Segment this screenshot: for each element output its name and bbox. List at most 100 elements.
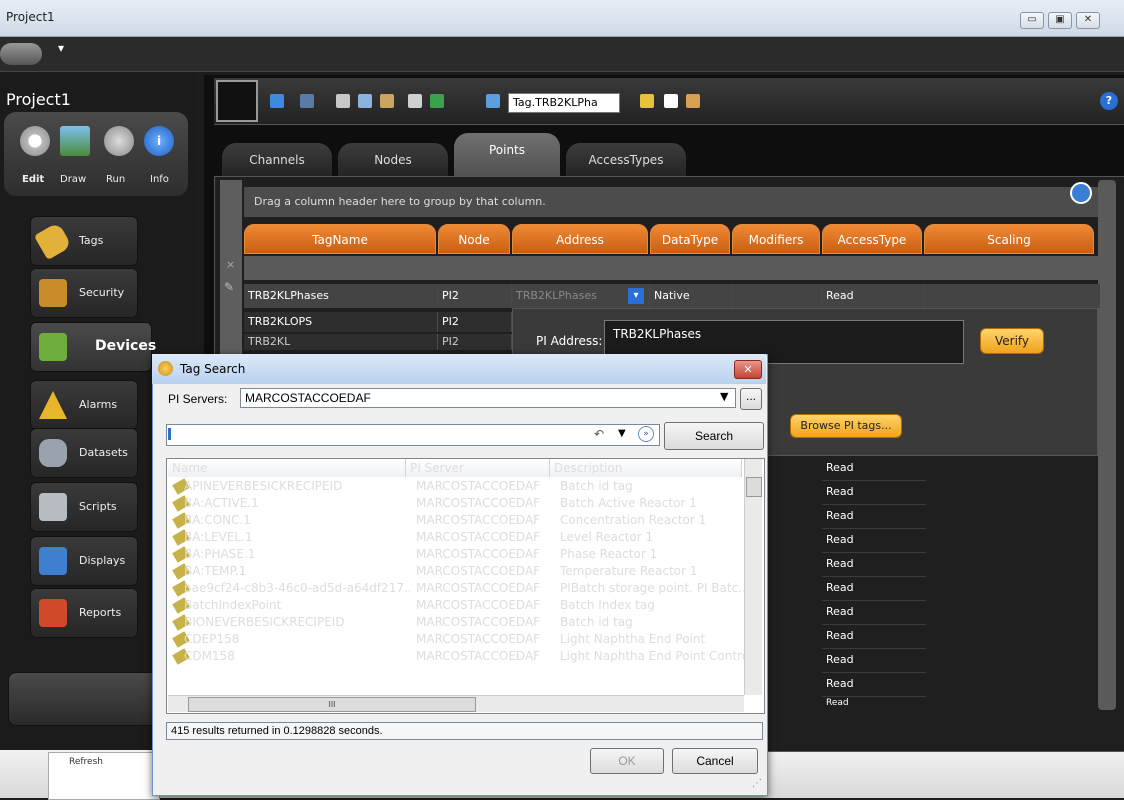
info-icon[interactable]: i xyxy=(144,126,174,156)
sidebar-item-scripts[interactable]: Scripts xyxy=(30,482,138,532)
picture-icon[interactable] xyxy=(60,126,90,156)
app-orb-icon[interactable] xyxy=(0,43,42,65)
list-header-name[interactable]: Name xyxy=(168,459,406,477)
filter-row[interactable] xyxy=(244,256,1100,280)
help-icon[interactable]: ? xyxy=(1100,92,1118,110)
browse-pi-tags-button[interactable]: Browse PI tags... xyxy=(790,414,902,438)
list-item[interactable]: CDM158 MARCOSTACCOEDAF Light Naphtha End P… xyxy=(168,648,744,665)
chevron-down-icon[interactable]: ▼ xyxy=(618,428,626,439)
mode-edit[interactable]: Edit xyxy=(22,174,44,185)
address-dropdown-icon[interactable]: ▾ xyxy=(628,288,644,304)
search-button[interactable]: Search xyxy=(664,422,764,450)
tools-icon[interactable] xyxy=(686,94,700,108)
column-header-modifiers[interactable]: Modifiers xyxy=(732,224,820,254)
wand-icon[interactable] xyxy=(640,94,654,108)
tab-points[interactable]: Points xyxy=(454,133,560,177)
cell-tagname[interactable]: TRB2KL xyxy=(244,334,438,350)
tag-search-input[interactable] xyxy=(166,424,660,446)
column-header-accesstype[interactable]: AccessType xyxy=(822,224,922,254)
list-item[interactable]: BatchIndexPoint MARCOSTACCOEDAF Batch Inde… xyxy=(168,597,742,614)
list-hscroll-thumb[interactable]: III xyxy=(188,697,476,712)
cell-datatype[interactable]: Native xyxy=(650,284,732,308)
sidebar-item-datasets[interactable]: Datasets xyxy=(30,428,138,478)
home-icon[interactable] xyxy=(1070,182,1092,204)
cell-accesstype[interactable]: Read xyxy=(822,576,926,601)
cell-accesstype[interactable]: Read xyxy=(822,480,926,505)
cell-modifiers[interactable] xyxy=(732,284,822,308)
cell-accesstype[interactable]: Read xyxy=(822,624,926,649)
mode-run[interactable]: Run xyxy=(106,174,125,185)
pi-servers-select[interactable]: MARCOSTACCOEDAF xyxy=(240,388,736,408)
refresh-button[interactable]: Refresh xyxy=(69,757,103,767)
cell-accesstype[interactable]: Read xyxy=(822,672,926,697)
cell-accesstype[interactable]: Read xyxy=(822,504,926,529)
tab-accesstypes[interactable]: AccessTypes xyxy=(566,143,686,177)
ok-button[interactable]: OK xyxy=(590,748,664,774)
sidebar-item-reports[interactable]: Reports xyxy=(30,588,138,638)
sidebar-item-security[interactable]: Security xyxy=(30,268,138,318)
cut-icon[interactable] xyxy=(336,94,350,108)
sidebar-item-devices[interactable]: Devices xyxy=(30,322,156,372)
print-icon[interactable] xyxy=(408,94,422,108)
undo-icon[interactable] xyxy=(270,94,284,108)
verify-button[interactable]: Verify xyxy=(980,328,1044,354)
sidebar-item-displays[interactable]: Displays xyxy=(30,536,138,586)
list-item[interactable]: APINEVERBESICKRECIPEID MARCOSTACCOEDAF Bat… xyxy=(168,478,742,495)
cell-node[interactable]: PI2 xyxy=(438,284,512,308)
cell-node[interactable]: PI2 xyxy=(438,334,512,350)
column-header-datatype[interactable]: DataType xyxy=(650,224,730,254)
cell-accesstype[interactable]: Read xyxy=(822,600,926,625)
list-header-description[interactable]: Description xyxy=(550,459,742,477)
list-item[interactable]: BA:CONC.1 MARCOSTACCOEDAF Concentration Re… xyxy=(168,512,742,529)
sidebar-item-tags[interactable]: Tags xyxy=(30,216,138,266)
tag-find-icon[interactable] xyxy=(486,94,500,108)
list-item[interactable]: BA:TEMP.1 MARCOSTACCOEDAF Temperature Reac… xyxy=(168,563,742,580)
list-item[interactable]: BA:PHASE.1 MARCOSTACCOEDAF Phase Reactor 1 xyxy=(168,546,742,563)
table-row[interactable]: TRB2KLOPS PI2 xyxy=(244,312,512,332)
cell-accesstype[interactable]: Read xyxy=(822,456,926,481)
list-item[interactable]: BIONEVERBESICKRECIPEID MARCOSTACCOEDAF Bat… xyxy=(168,614,742,631)
tab-channels[interactable]: Channels xyxy=(222,143,332,177)
list-vscroll-thumb[interactable] xyxy=(746,477,762,497)
table-row[interactable]: TRB2KLPhases PI2 TRB2KLPhases ▾ Native R… xyxy=(244,284,1100,308)
expand-options-icon[interactable]: » xyxy=(638,426,654,442)
sidebar-item-alarms[interactable]: Alarms xyxy=(30,380,138,430)
column-header-address[interactable]: Address xyxy=(512,224,648,254)
close-window-button[interactable]: ✕ xyxy=(1076,12,1100,29)
grid-vscrollbar[interactable] xyxy=(1098,180,1116,710)
clear-filter-icon[interactable]: × xyxy=(226,258,235,271)
more-servers-button[interactable]: ... xyxy=(740,388,762,410)
chevron-down-icon[interactable]: ▾ xyxy=(58,41,64,55)
list-vscrollbar[interactable] xyxy=(744,459,762,695)
upload-icon[interactable] xyxy=(430,94,444,108)
chevron-down-icon[interactable]: ▼ xyxy=(720,390,728,403)
undo-search-icon[interactable]: ↶ xyxy=(594,427,604,441)
column-header-node[interactable]: Node xyxy=(438,224,510,254)
list-item[interactable]: BA:LEVEL.1 MARCOSTACCOEDAF Level Reactor 1 xyxy=(168,529,742,546)
cancel-button[interactable]: Cancel xyxy=(672,748,758,774)
gear-icon[interactable] xyxy=(20,126,50,156)
cell-accesstype[interactable]: Read xyxy=(822,528,926,553)
paste-icon[interactable] xyxy=(380,94,394,108)
group-by-bar[interactable]: Drag a column header here to group by th… xyxy=(244,187,1100,217)
cell-accesstype[interactable]: Read xyxy=(822,696,926,710)
resize-grip-icon[interactable]: ⋰ xyxy=(752,778,762,789)
copy-icon[interactable] xyxy=(358,94,372,108)
redo-icon[interactable] xyxy=(300,94,314,108)
document-icon[interactable] xyxy=(664,94,678,108)
cell-accesstype[interactable]: Read xyxy=(822,648,926,673)
column-header-scaling[interactable]: Scaling xyxy=(924,224,1094,254)
cell-accesstype[interactable]: Read xyxy=(822,552,926,577)
maximize-button[interactable]: ▣ xyxy=(1048,12,1072,29)
list-header-pi-server[interactable]: PI Server xyxy=(406,459,550,477)
mode-draw[interactable]: Draw xyxy=(60,174,86,185)
cell-node[interactable]: PI2 xyxy=(438,312,512,332)
list-item[interactable]: BA:ACTIVE.1 MARCOSTACCOEDAF Batch Active R… xyxy=(168,495,742,512)
cell-tagname[interactable]: TRB2KLOPS xyxy=(244,312,438,332)
table-row[interactable]: TRB2KL PI2 xyxy=(244,334,512,350)
column-header-tagname[interactable]: TagName xyxy=(244,224,436,254)
list-item[interactable]: bae9cf24-c8b3-46c0-ad5d-a64df217... MARCO… xyxy=(168,580,744,597)
list-item[interactable]: CDEP158 MARCOSTACCOEDAF Light Naphtha End … xyxy=(168,631,742,648)
mode-info[interactable]: Info xyxy=(150,174,169,185)
cell-accesstype[interactable]: Read xyxy=(822,284,924,308)
